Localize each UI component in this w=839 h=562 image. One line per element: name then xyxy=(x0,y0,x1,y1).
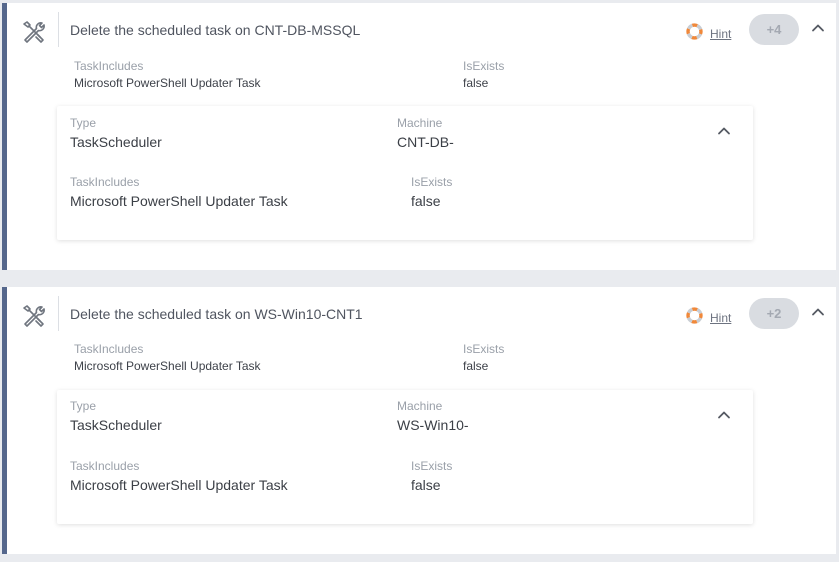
taskincludes-label: TaskIncludes xyxy=(70,459,140,473)
lifebuoy-icon xyxy=(685,306,704,330)
chevron-up-icon[interactable] xyxy=(810,20,826,36)
summary-isexists-value: false xyxy=(463,359,489,373)
taskincludes-value: Microsoft PowerShell Updater Task xyxy=(70,477,288,493)
chevron-up-icon[interactable] xyxy=(810,304,826,320)
hint-link[interactable]: Hint xyxy=(685,306,731,330)
machine-label: Machine xyxy=(397,116,443,130)
count-badge[interactable]: +4 xyxy=(749,14,799,45)
machine-value: WS-Win10- xyxy=(397,417,469,433)
hint-link[interactable]: Hint xyxy=(685,22,731,46)
task-title: Delete the scheduled task on WS-Win10-CN… xyxy=(70,306,363,322)
machine-value: CNT-DB- xyxy=(397,134,454,150)
isexists-label: IsExists xyxy=(411,459,453,473)
chevron-up-icon[interactable] xyxy=(716,123,732,139)
hint-label: Hint xyxy=(710,27,732,41)
summary-taskincludes-label: TaskIncludes xyxy=(74,59,144,73)
detail-panel: Type TaskScheduler Machine WS-Win10- Tas… xyxy=(57,390,753,524)
tools-icon xyxy=(19,302,47,330)
summary-isexists-value: false xyxy=(463,76,489,90)
type-value: TaskScheduler xyxy=(70,417,162,433)
machine-label: Machine xyxy=(397,399,443,413)
header-divider xyxy=(58,296,59,331)
isexists-value: false xyxy=(411,477,441,493)
taskincludes-label: TaskIncludes xyxy=(70,175,140,189)
hint-label: Hint xyxy=(710,311,732,325)
lifebuoy-icon xyxy=(685,22,704,46)
summary-isexists-label: IsExists xyxy=(463,59,505,73)
summary-taskincludes-value: Microsoft PowerShell Updater Task xyxy=(74,359,261,373)
chevron-up-icon[interactable] xyxy=(716,407,732,423)
isexists-label: IsExists xyxy=(411,175,453,189)
tools-icon xyxy=(19,18,47,46)
summary-taskincludes-label: TaskIncludes xyxy=(74,342,144,356)
detail-panel: Type TaskScheduler Machine CNT-DB- TaskI… xyxy=(57,106,753,240)
type-label: Type xyxy=(70,399,97,413)
task-title: Delete the scheduled task on CNT-DB-MSSQ… xyxy=(70,22,361,38)
type-label: Type xyxy=(70,116,97,130)
summary-taskincludes-value: Microsoft PowerShell Updater Task xyxy=(74,76,261,90)
task-card: Delete the scheduled task on WS-Win10-CN… xyxy=(2,287,836,554)
taskincludes-value: Microsoft PowerShell Updater Task xyxy=(70,193,288,209)
count-badge[interactable]: +2 xyxy=(749,298,799,329)
task-card: Delete the scheduled task on CNT-DB-MSSQ… xyxy=(2,3,836,270)
isexists-value: false xyxy=(411,193,441,209)
header-divider xyxy=(58,12,59,47)
summary-isexists-label: IsExists xyxy=(463,342,505,356)
type-value: TaskScheduler xyxy=(70,134,162,150)
